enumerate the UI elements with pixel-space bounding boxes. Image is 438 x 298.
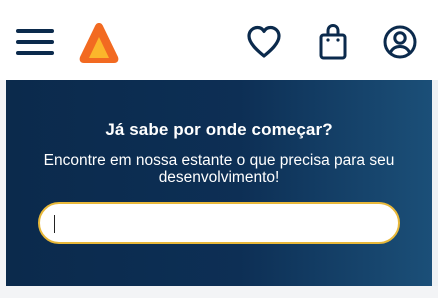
hero-subtitle: Encontre em nossa estante o que precisa …	[43, 152, 395, 186]
menu-button[interactable]	[15, 26, 55, 58]
top-header	[0, 0, 438, 80]
account-button[interactable]	[380, 22, 420, 62]
triangle-logo-icon	[79, 23, 119, 63]
page-gutter-right	[432, 80, 438, 298]
search-input[interactable]	[50, 211, 390, 235]
user-circle-icon	[383, 25, 417, 59]
page-bottom-strip	[0, 286, 438, 298]
favorites-button[interactable]	[244, 22, 284, 62]
shopping-bag-button[interactable]	[314, 21, 352, 63]
text-cursor	[54, 215, 55, 233]
heart-icon	[247, 25, 281, 58]
home-logo-link[interactable]	[78, 21, 120, 65]
shopping-bag-icon	[319, 23, 347, 60]
hero-title: Já sabe por onde começar?	[105, 120, 333, 139]
search-hero-banner: Já sabe por onde começar? Encontre em no…	[6, 80, 432, 286]
search-field-container[interactable]	[38, 202, 400, 244]
hamburger-menu-icon	[16, 29, 54, 55]
